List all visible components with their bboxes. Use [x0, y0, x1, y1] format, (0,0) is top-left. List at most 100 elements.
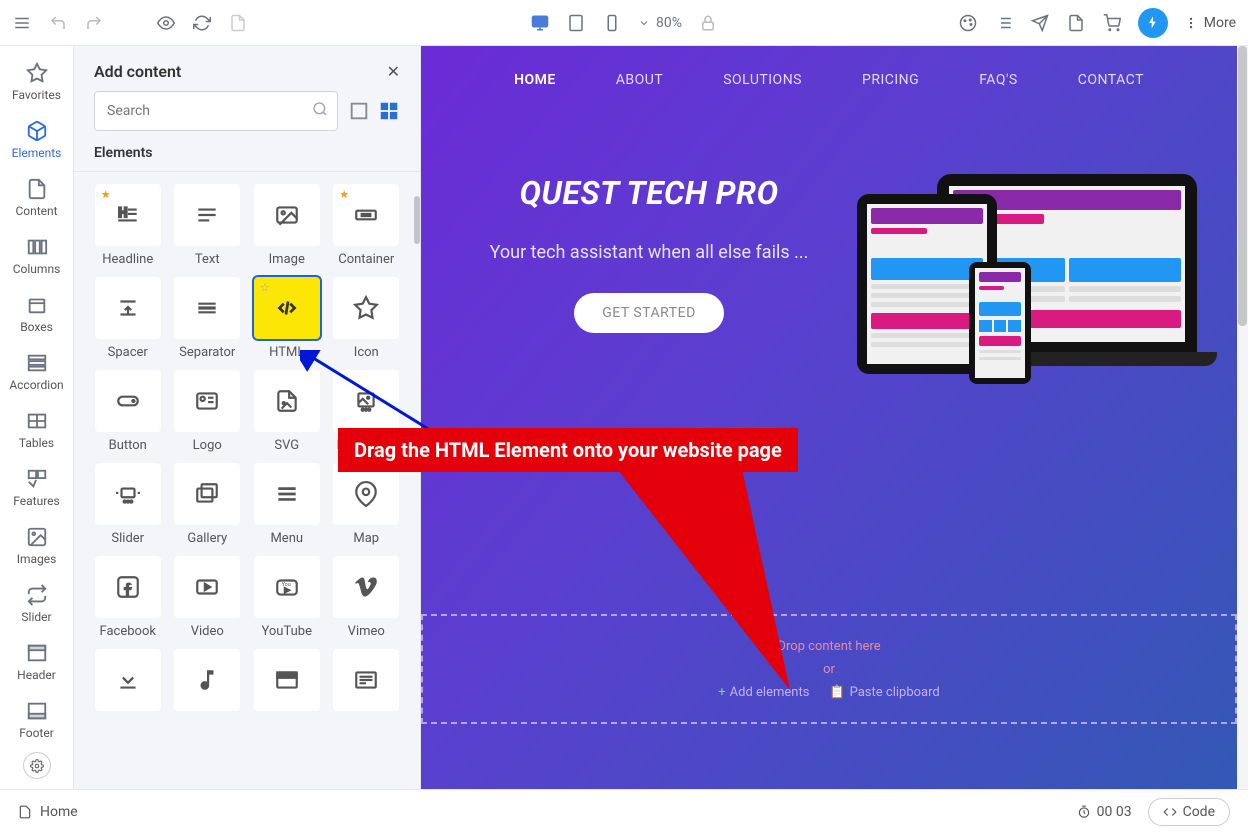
- hamburger-icon[interactable]: [12, 13, 32, 33]
- desktop-view-icon[interactable]: [530, 13, 550, 33]
- publish-button[interactable]: [1138, 8, 1168, 38]
- element-logo[interactable]: Logo: [174, 370, 242, 453]
- settings-gear-button[interactable]: [23, 752, 51, 779]
- element-button[interactable]: Button: [94, 370, 162, 453]
- zoom-dropdown[interactable]: 80%: [638, 15, 682, 31]
- sidebar-item-columns[interactable]: Columns: [0, 230, 73, 282]
- close-panel-button[interactable]: ✕: [387, 62, 400, 81]
- element-youtube[interactable]: YouYouTube: [253, 556, 321, 639]
- website-canvas[interactable]: HOME ABOUT SOLUTIONS PRICING FAQ'S CONTA…: [421, 46, 1237, 789]
- element-spacer[interactable]: Spacer: [94, 277, 162, 360]
- sidebar-item-favorites[interactable]: Favorites: [0, 56, 73, 108]
- sidebar-item-content[interactable]: Content: [0, 172, 73, 224]
- left-sidebar: Favorites Elements Content Columns Boxes…: [0, 46, 74, 789]
- lock-icon[interactable]: [698, 13, 718, 33]
- add-elements-link[interactable]: +Add elements: [718, 685, 809, 700]
- nav-faqs[interactable]: FAQ'S: [979, 72, 1018, 88]
- hero-title: QUEST TECH PRO: [520, 174, 779, 212]
- cube-icon: [26, 120, 48, 142]
- element-image[interactable]: Image: [253, 184, 321, 267]
- sidebar-item-features[interactable]: Features: [0, 462, 73, 514]
- panel-scrollbar[interactable]: [414, 196, 420, 244]
- element-menu[interactable]: Menu: [253, 463, 321, 546]
- element-download[interactable]: [94, 649, 162, 717]
- sidebar-item-boxes[interactable]: Boxes: [0, 288, 73, 340]
- tablet-view-icon[interactable]: [566, 13, 586, 33]
- section-label: Elements: [74, 145, 420, 172]
- list-icon[interactable]: [994, 13, 1014, 33]
- sidebar-item-header[interactable]: Header: [0, 636, 73, 688]
- drop-text: Drop content here: [777, 639, 880, 654]
- get-started-button[interactable]: GET STARTED: [574, 293, 724, 333]
- drop-zone[interactable]: Drop content here or +Add elements 📋Past…: [421, 614, 1237, 724]
- zoom-value: 80%: [656, 15, 682, 31]
- view-grid-icon[interactable]: [378, 100, 400, 122]
- code-icon: [1163, 805, 1177, 819]
- sidebar-item-accordion[interactable]: Accordion: [0, 346, 73, 398]
- search-icon: [312, 101, 328, 121]
- element-panel[interactable]: [253, 649, 321, 717]
- footer-icon: [26, 700, 48, 722]
- more-button[interactable]: More: [1184, 15, 1236, 31]
- element-map[interactable]: Map: [333, 463, 401, 546]
- element-form[interactable]: [333, 649, 401, 717]
- code-label: Code: [1183, 804, 1215, 820]
- canvas-scrollbar[interactable]: [1237, 46, 1248, 789]
- cart-icon[interactable]: [1102, 13, 1122, 33]
- nav-solutions[interactable]: SOLUTIONS: [723, 72, 802, 88]
- view-single-icon[interactable]: [348, 100, 370, 122]
- mobile-view-icon[interactable]: [602, 13, 622, 33]
- element-video[interactable]: Video: [174, 556, 242, 639]
- drop-or: or: [823, 662, 835, 677]
- file-icon: [18, 805, 32, 819]
- refresh-icon[interactable]: [192, 13, 212, 33]
- nav-pricing[interactable]: PRICING: [862, 72, 919, 88]
- bottom-bar: Home 00 03 Code: [0, 789, 1248, 833]
- timer: 00 03: [1077, 804, 1132, 820]
- element-svg[interactable]: SVG: [253, 370, 321, 453]
- sidebar-item-tables[interactable]: Tables: [0, 404, 73, 456]
- code-button[interactable]: Code: [1148, 798, 1230, 826]
- element-icon[interactable]: Icon: [333, 277, 401, 360]
- top-toolbar: 80% More: [0, 0, 1248, 46]
- send-icon[interactable]: [1030, 13, 1050, 33]
- columns-icon: [26, 236, 48, 258]
- image-icon: [26, 526, 48, 548]
- table-icon: [26, 410, 48, 432]
- breadcrumb[interactable]: Home: [18, 804, 78, 820]
- element-facebook[interactable]: Facebook: [94, 556, 162, 639]
- breadcrumb-label: Home: [40, 804, 78, 820]
- element-vimeo[interactable]: Vimeo: [333, 556, 401, 639]
- file-dashed-icon[interactable]: [228, 13, 248, 33]
- element-slider[interactable]: Slider: [94, 463, 162, 546]
- svg-text:H: H: [118, 206, 127, 221]
- element-music[interactable]: [174, 649, 242, 717]
- nav-about[interactable]: ABOUT: [616, 72, 663, 88]
- element-text[interactable]: Text: [174, 184, 242, 267]
- element-separator[interactable]: Separator: [174, 277, 242, 360]
- undo-icon[interactable]: [48, 13, 68, 33]
- star-icon: [26, 62, 48, 84]
- sidebar-item-elements[interactable]: Elements: [0, 114, 73, 166]
- box-icon: [26, 294, 48, 316]
- svg-text:You: You: [281, 582, 290, 588]
- paste-clipboard-link[interactable]: 📋Paste clipboard: [829, 685, 939, 700]
- search-input[interactable]: [94, 91, 338, 131]
- panel-title: Add content: [94, 62, 181, 81]
- element-container[interactable]: ★Container: [333, 184, 401, 267]
- sidebar-item-footer[interactable]: Footer: [0, 694, 73, 746]
- element-headline[interactable]: H★Headline: [94, 184, 162, 267]
- palette-icon[interactable]: [958, 13, 978, 33]
- sidebar-item-images[interactable]: Images: [0, 520, 73, 572]
- nav-home[interactable]: HOME: [514, 72, 556, 88]
- elements-panel: Add content ✕ Elements H★HeadlineTextIma…: [74, 46, 421, 789]
- element-gallery[interactable]: Gallery: [174, 463, 242, 546]
- site-nav: HOME ABOUT SOLUTIONS PRICING FAQ'S CONTA…: [421, 46, 1237, 114]
- file-icon[interactable]: [1066, 13, 1086, 33]
- more-label: More: [1204, 15, 1236, 31]
- element-html[interactable]: ☆HTML: [253, 277, 321, 360]
- eye-icon[interactable]: [156, 13, 176, 33]
- sidebar-item-slider[interactable]: Slider: [0, 578, 73, 630]
- nav-contact[interactable]: CONTACT: [1078, 72, 1144, 88]
- redo-icon[interactable]: [84, 13, 104, 33]
